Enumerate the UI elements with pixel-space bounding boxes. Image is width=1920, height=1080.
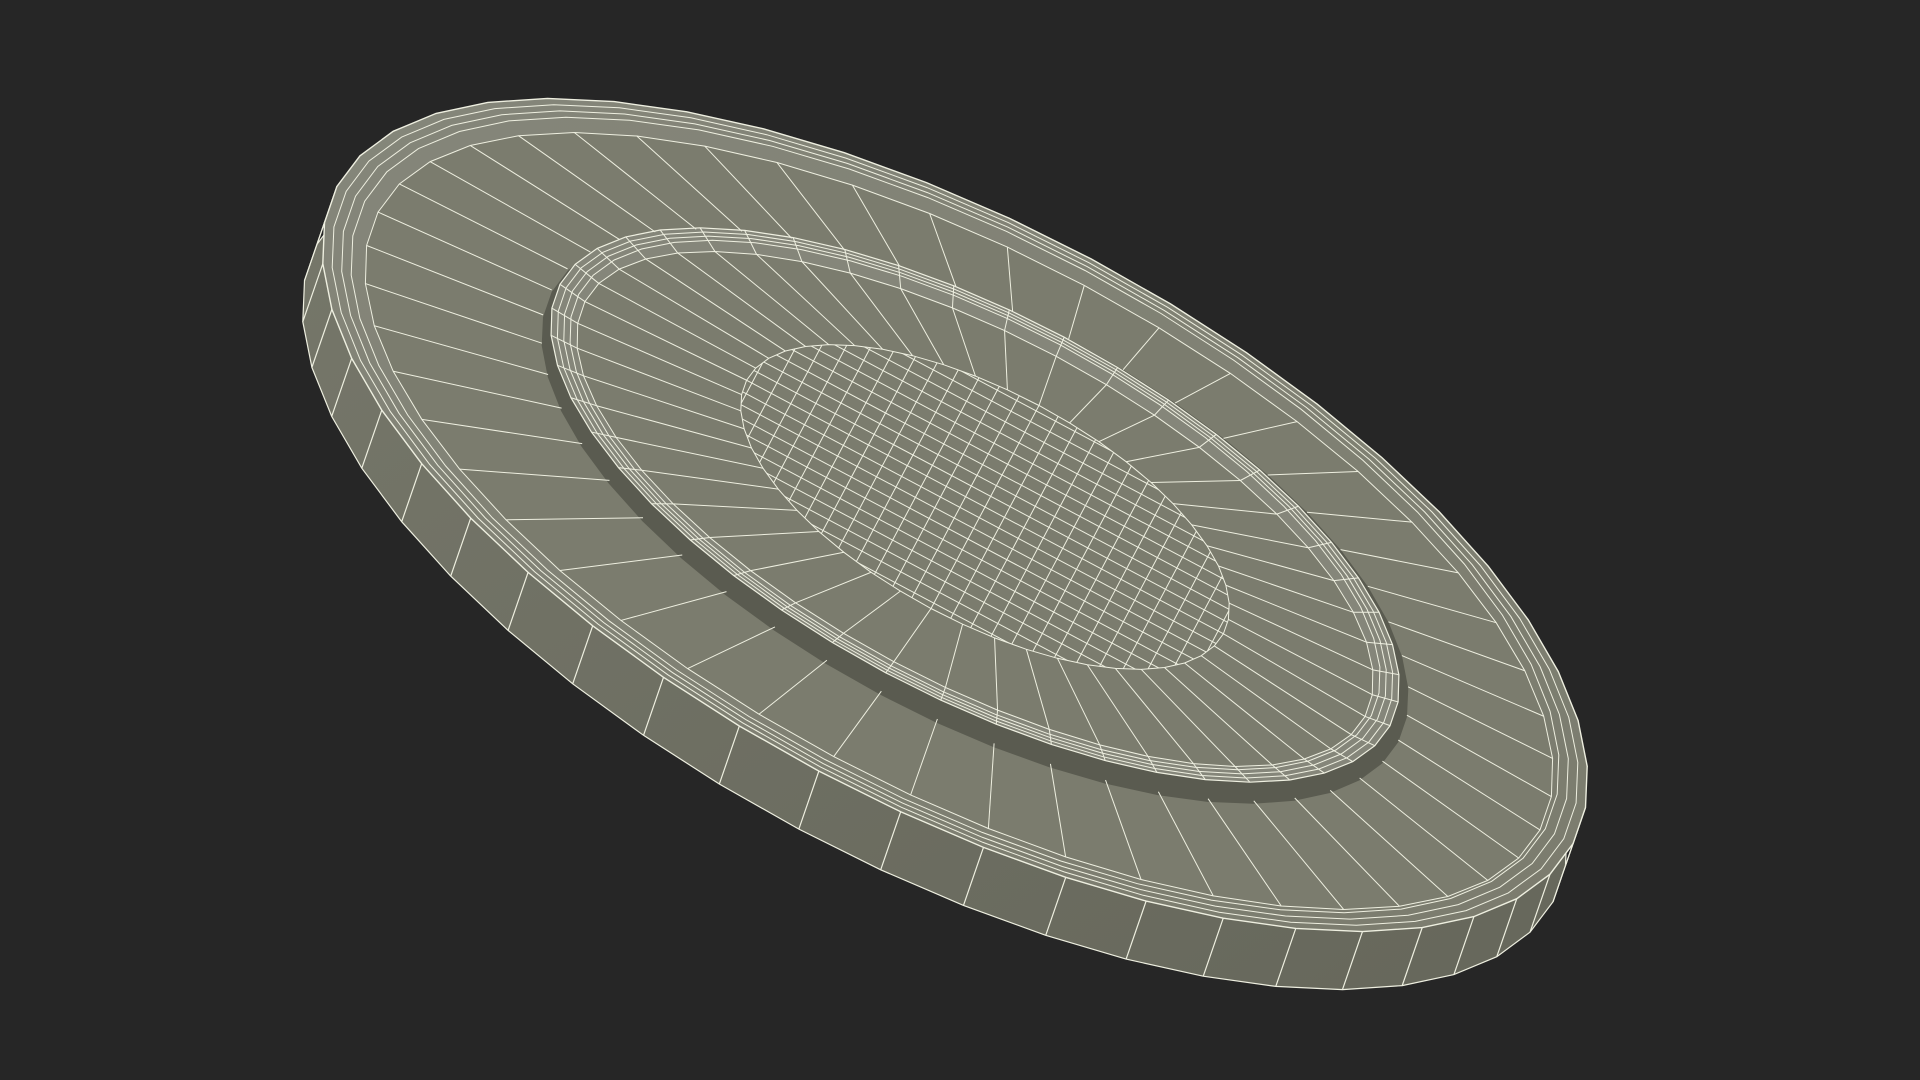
- coin-wireframe-render: [302, 97, 1588, 991]
- render-viewport: [0, 0, 1920, 1080]
